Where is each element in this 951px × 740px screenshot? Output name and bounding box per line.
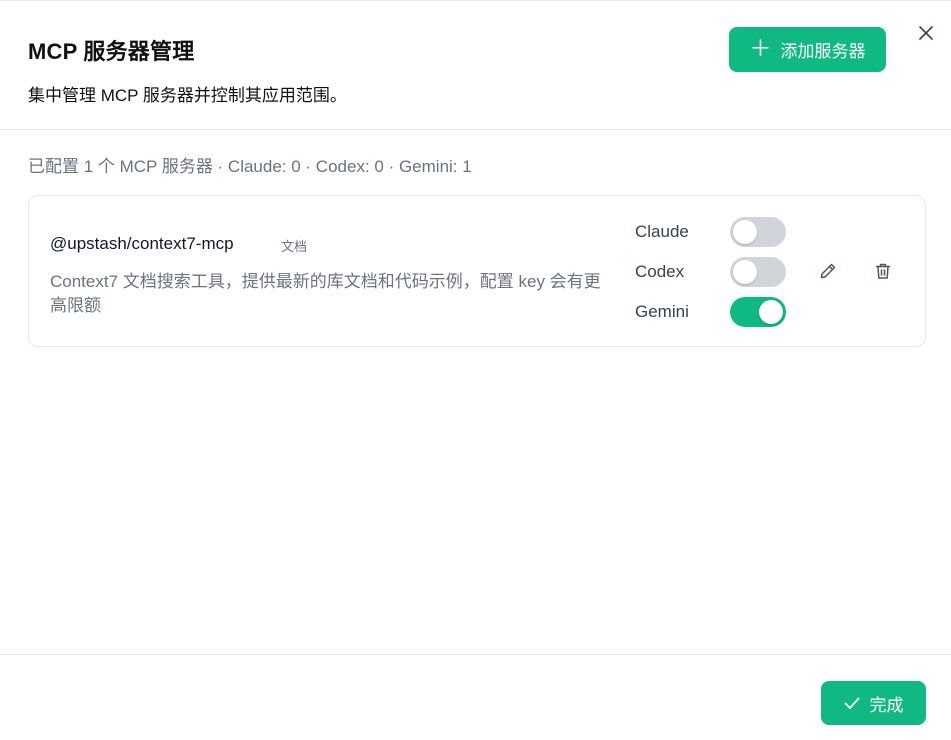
app-label-gemini: Gemini [635, 302, 689, 321]
done-button[interactable]: 完成 [821, 681, 926, 725]
mcp-manager-dialog: MCP 服务器管理 集中管理 MCP 服务器并控制其应用范围。 ＋ 添加服务器 … [0, 0, 951, 740]
add-server-label: 添加服务器 [780, 42, 866, 61]
claude-switch[interactable] [730, 217, 786, 247]
dialog-footer: 完成 [0, 654, 951, 740]
app-toggle-claude: Claude [635, 216, 795, 248]
add-server-button[interactable]: ＋ 添加服务器 [729, 27, 886, 72]
close-icon [919, 26, 933, 40]
plus-icon: ＋ [749, 35, 772, 61]
server-tag: 文档 [281, 239, 308, 254]
dialog-header: MCP 服务器管理 集中管理 MCP 服务器并控制其应用范围。 ＋ 添加服务器 [0, 1, 951, 130]
gemini-switch[interactable] [730, 297, 786, 327]
edit-button[interactable] [815, 258, 841, 284]
dialog-subtitle: 集中管理 MCP 服务器并控制其应用范围。 [28, 86, 347, 105]
server-summary: 已配置 1 个 MCP 服务器 · Claude: 0 · Codex: 0 ·… [28, 157, 472, 176]
delete-button[interactable] [870, 258, 896, 284]
server-description: Context7 文档搜索工具，提供最新的库文档和代码示例，配置 key 会有更… [50, 272, 601, 315]
app-label-claude: Claude [635, 222, 689, 241]
switch-knob [733, 260, 757, 284]
dialog-title: MCP 服务器管理 [28, 39, 195, 64]
server-name: @upstash/context7-mcp [50, 234, 234, 253]
close-button[interactable] [914, 21, 938, 45]
trash-icon [875, 263, 891, 279]
edit-icon [820, 263, 836, 279]
app-label-codex: Codex [635, 262, 685, 281]
codex-switch[interactable] [730, 257, 786, 287]
server-card: @upstash/context7-mcp 文档 Context7 文档搜索工具… [28, 195, 926, 347]
switch-knob [759, 300, 783, 324]
app-toggle-gemini: Gemini [635, 296, 795, 328]
app-toggle-codex: Codex [635, 256, 795, 288]
done-label: 完成 [869, 695, 904, 715]
check-icon [844, 697, 859, 709]
switch-knob [733, 220, 757, 244]
